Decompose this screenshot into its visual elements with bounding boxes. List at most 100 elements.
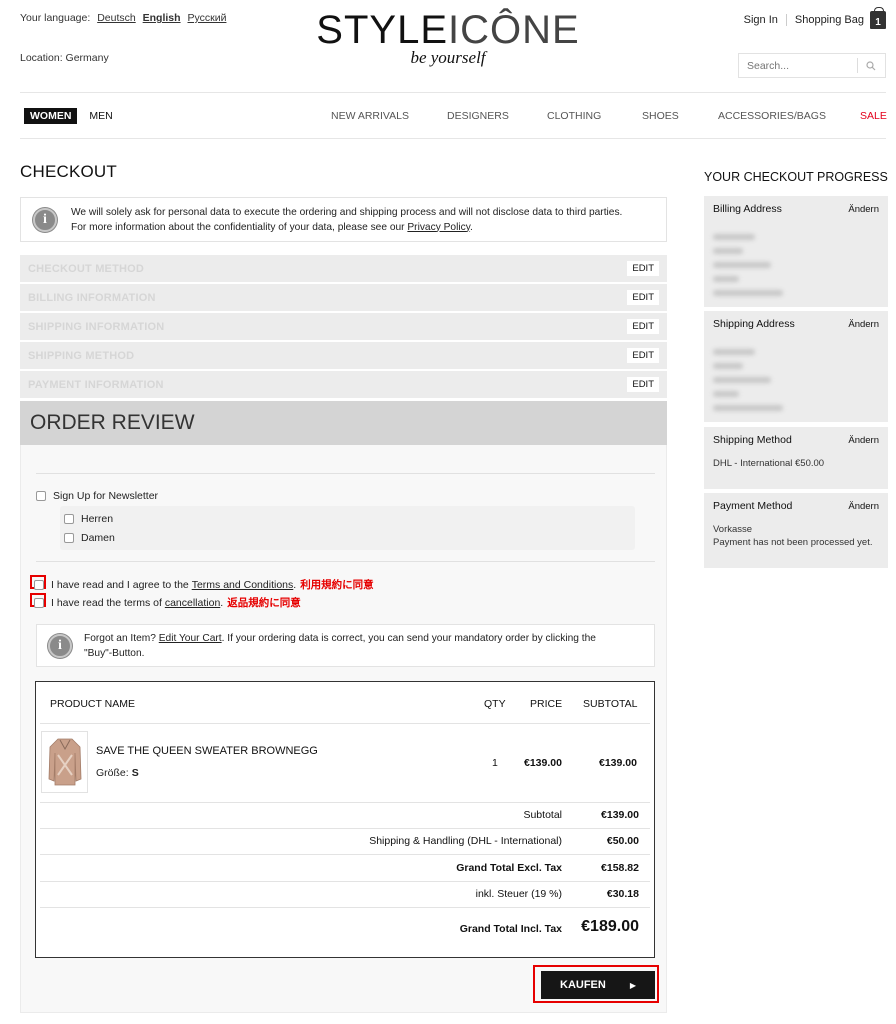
logo-text-right: ICÔNE xyxy=(448,8,580,52)
newsletter-label: Sign Up for Newsletter xyxy=(53,490,159,502)
newsletter-option[interactable]: Sign Up for Newsletter xyxy=(36,490,158,502)
edit-button[interactable]: EDIT xyxy=(627,319,659,334)
punctuation: . xyxy=(220,596,224,609)
cancellation-annotation: 返品規約に同意 xyxy=(227,597,301,609)
forgot-suffix: . If your ordering data is correct, you … xyxy=(221,632,596,644)
buy-button-label: KAUFEN xyxy=(560,979,606,991)
step-name: BILLING INFORMATION xyxy=(28,291,156,304)
payment-method-change-link[interactable]: Ändern xyxy=(848,501,879,512)
step-shipping-method[interactable]: SHIPPING METHOD EDIT xyxy=(20,342,667,369)
arrow-right-icon: ▶ xyxy=(629,980,636,990)
col-price: PRICE xyxy=(530,698,563,710)
shopping-bag-icon[interactable]: 1 xyxy=(870,7,886,29)
privacy-policy-link[interactable]: Privacy Policy xyxy=(407,222,470,233)
forgot-item-text: Forgot an Item? Edit Your Cart. If your … xyxy=(84,631,596,661)
divider xyxy=(36,473,655,474)
table-divider xyxy=(40,907,650,908)
totals-subtotal-label: Subtotal xyxy=(523,809,562,821)
shipping-method-value: DHL - International €50.00 xyxy=(713,458,825,469)
cancellation-agreement[interactable]: I have read the terms of cancellation. 返… xyxy=(34,595,301,610)
nav-men[interactable]: MEN xyxy=(89,110,112,122)
cancellation-link[interactable]: cancellation xyxy=(165,597,220,609)
grand-total-label: Grand Total Incl. Tax xyxy=(459,923,562,935)
shipping-address-change-link[interactable]: Ändern xyxy=(848,319,879,330)
privacy-info-line2: For more information about the confident… xyxy=(71,221,408,233)
cancellation-text: I have read the terms of xyxy=(51,596,162,609)
newsletter-damen-option[interactable]: Damen xyxy=(64,532,115,544)
order-items-table: PRODUCT NAME QTY PRICE SUBTOTAL SAVE THE… xyxy=(35,681,655,958)
shipping-method-change-link[interactable]: Ändern xyxy=(848,435,879,446)
privacy-info-line1: We will solely ask for personal data to … xyxy=(71,206,623,218)
checkout-progress-title: YOUR CHECKOUT PROGRESS xyxy=(704,170,888,184)
search-icon[interactable] xyxy=(858,60,885,71)
col-qty: QTY xyxy=(484,698,506,710)
step-name: SHIPPING INFORMATION xyxy=(28,320,165,333)
totals-subtotal-value: €139.00 xyxy=(601,809,639,821)
nav-sale[interactable]: SALE xyxy=(860,110,887,122)
header-divider xyxy=(20,92,886,93)
damen-label: Damen xyxy=(81,532,115,544)
item-qty: 1 xyxy=(492,757,498,769)
terms-checkbox[interactable] xyxy=(34,579,44,590)
privacy-info-box: i We will solely ask for personal data t… xyxy=(20,197,667,242)
nav-new-arrivals[interactable]: NEW ARRIVALS xyxy=(331,110,409,122)
divider xyxy=(36,561,655,562)
step-checkout-method[interactable]: CHECKOUT METHOD EDIT xyxy=(20,255,667,282)
size-label: Größe: xyxy=(96,767,129,779)
step-name: PAYMENT INFORMATION xyxy=(28,378,164,391)
step-billing-information[interactable]: BILLING INFORMATION EDIT xyxy=(20,284,667,311)
nav-clothing[interactable]: CLOTHING xyxy=(547,110,601,122)
divider xyxy=(785,14,787,26)
table-divider xyxy=(40,881,650,882)
item-price: €139.00 xyxy=(524,757,562,769)
sign-in-link[interactable]: Sign In xyxy=(744,14,778,26)
terms-agreement[interactable]: I have read and I agree to the Terms and… xyxy=(34,577,374,592)
totals-tax-value: €30.18 xyxy=(606,888,639,900)
totals-shipping-label: Shipping & Handling (DHL - International… xyxy=(369,835,562,847)
step-shipping-information[interactable]: SHIPPING INFORMATION EDIT xyxy=(20,313,667,340)
search-input[interactable] xyxy=(739,59,857,72)
billing-address-content xyxy=(704,222,888,310)
forgot-prefix: Forgot an Item? xyxy=(84,632,159,644)
edit-cart-link[interactable]: Edit Your Cart xyxy=(159,633,222,644)
product-thumbnail[interactable] xyxy=(41,731,88,793)
edit-button[interactable]: EDIT xyxy=(627,377,659,392)
edit-button[interactable]: EDIT xyxy=(627,348,659,363)
privacy-info-text: We will solely ask for personal data to … xyxy=(71,205,622,235)
totals-excl-tax-value: €158.82 xyxy=(601,862,639,874)
search-box xyxy=(738,53,886,78)
nav-designers[interactable]: DESIGNERS xyxy=(447,110,509,122)
nav-women[interactable]: WOMEN xyxy=(24,108,78,124)
billing-address-heading: Billing Address xyxy=(713,203,782,215)
col-subtotal: SUBTOTAL xyxy=(583,698,638,710)
col-product-name: PRODUCT NAME xyxy=(50,698,135,710)
terms-annotation: 利用規約に同意 xyxy=(300,579,374,591)
damen-checkbox[interactable] xyxy=(64,533,74,543)
step-payment-information[interactable]: PAYMENT INFORMATION EDIT xyxy=(20,371,667,398)
nav-accessories-bags[interactable]: ACCESSORIES/BAGS xyxy=(718,110,826,122)
shopping-bag-link[interactable]: Shopping Bag xyxy=(795,14,864,26)
payment-method-content: Vorkasse Payment has not been processed … xyxy=(704,519,888,555)
billing-change-link[interactable]: Ändern xyxy=(848,204,879,215)
table-divider xyxy=(40,828,650,829)
nav-shoes[interactable]: SHOES xyxy=(642,110,679,122)
edit-button[interactable]: EDIT xyxy=(627,290,659,305)
buy-button[interactable]: KAUFEN ▶ xyxy=(541,971,655,999)
shipping-method-heading: Shipping Method xyxy=(713,434,792,446)
payment-method-name: Vorkasse xyxy=(713,524,753,535)
punctuation: . xyxy=(293,578,297,591)
herren-checkbox[interactable] xyxy=(64,514,74,524)
newsletter-checkbox[interactable] xyxy=(36,491,46,501)
edit-button[interactable]: EDIT xyxy=(627,261,659,276)
totals-tax-label: inkl. Steuer (19 %) xyxy=(475,888,562,900)
table-divider xyxy=(40,854,650,855)
cancellation-checkbox[interactable] xyxy=(34,597,44,608)
terms-link[interactable]: Terms and Conditions xyxy=(192,579,294,591)
shipping-address-heading: Shipping Address xyxy=(713,318,795,330)
newsletter-herren-option[interactable]: Herren xyxy=(64,513,113,525)
progress-payment-method: Payment Method Ändern Vorkasse Payment h… xyxy=(704,493,888,568)
punctuation: . xyxy=(470,221,473,233)
step-name: SHIPPING METHOD xyxy=(28,349,135,362)
logo-text-left: STYLE xyxy=(316,8,449,52)
terms-text: I have read and I agree to the xyxy=(51,578,189,591)
